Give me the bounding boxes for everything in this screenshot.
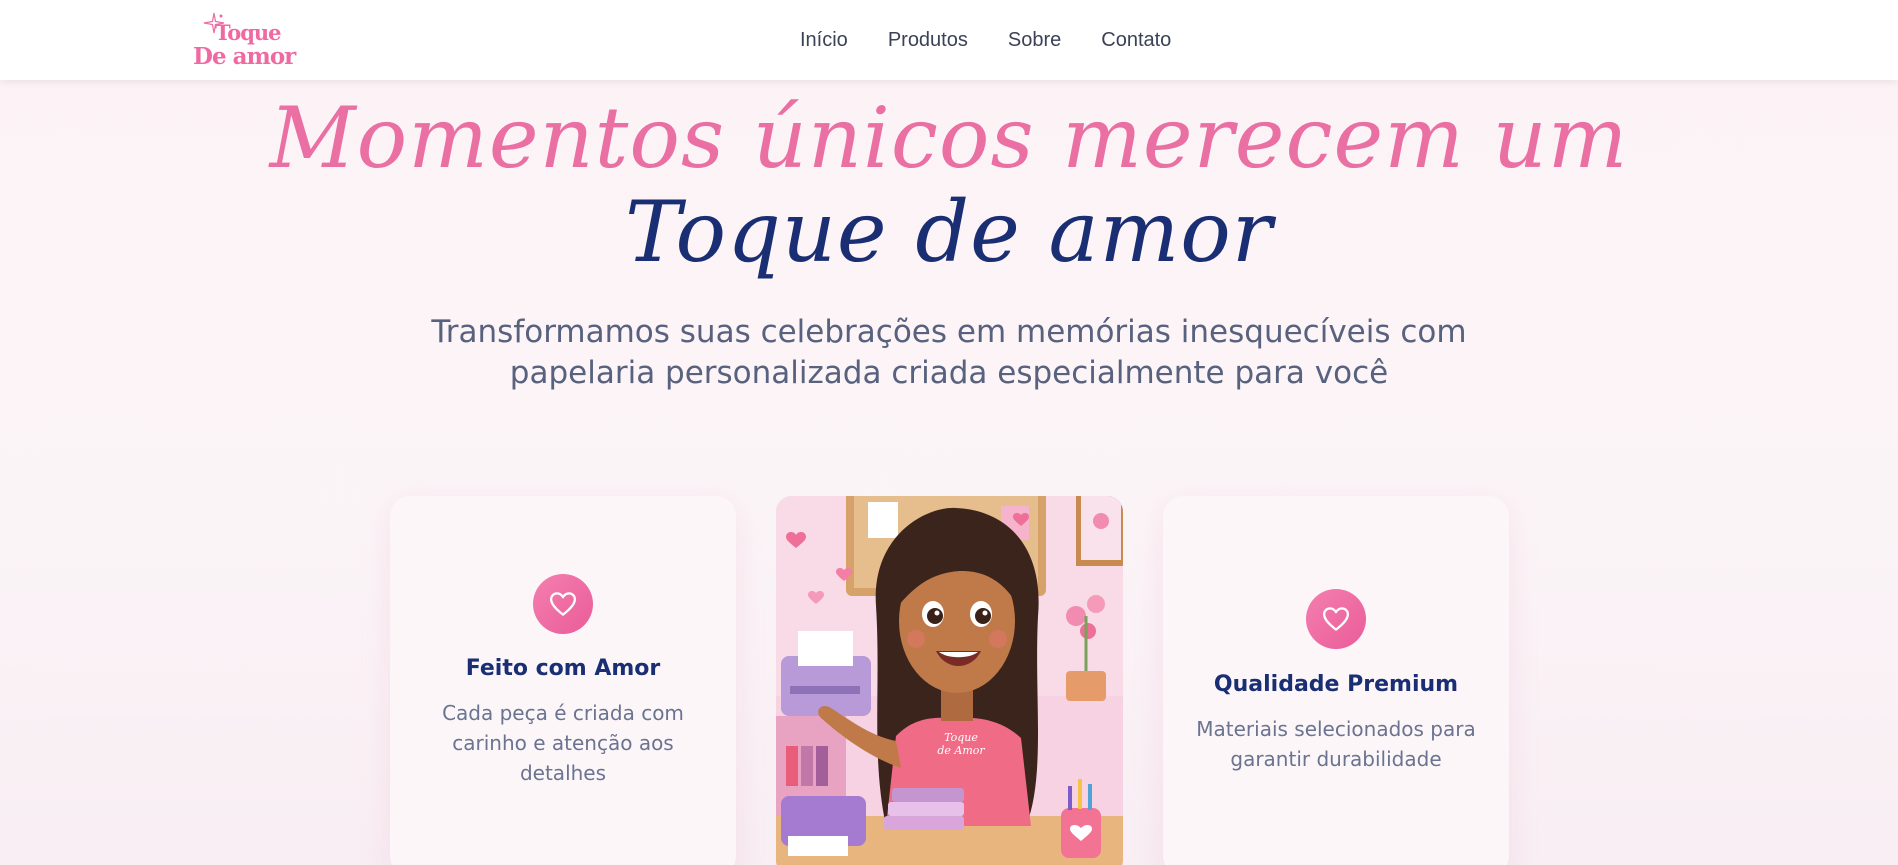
- nav-item-sobre[interactable]: Sobre: [1008, 29, 1061, 52]
- nav-item-contato[interactable]: Contato: [1101, 29, 1171, 52]
- brand-logo[interactable]: Toque De amor: [193, 10, 296, 72]
- logo-text-line2: De amor: [193, 43, 296, 70]
- logo-text-line1: Toque: [215, 20, 282, 45]
- feature-card-qualidade-premium: Qualidade Premium Materiais selecionados…: [1163, 496, 1509, 865]
- hero-title-line2: Toque de amor: [624, 183, 1273, 281]
- hero-subtitle-line1: Transformamos suas celebrações em memóri…: [431, 314, 1467, 350]
- card-title: Feito com Amor: [465, 656, 661, 681]
- nav-item-produtos[interactable]: Produtos: [888, 29, 968, 52]
- heart-icon: [533, 574, 593, 634]
- card-description: Materiais selecionados para garantir dur…: [1196, 717, 1476, 771]
- hero-title-line1: Momentos únicos merecem um: [269, 89, 1629, 187]
- artisan-illustration-svg: Toque de Amor: [776, 496, 1123, 865]
- main-nav: Início Produtos Sobre Contato: [800, 0, 1211, 80]
- shirt-logo-text-line2: de Amor: [937, 744, 985, 757]
- nav-item-inicio[interactable]: Início: [800, 29, 848, 52]
- site-header: Toque De amor Início Produtos Sobre Cont…: [0, 0, 1898, 80]
- hero-subtitle-line2: papelaria personalizada criada especialm…: [509, 355, 1389, 391]
- shirt-logo-text-line1: Toque: [944, 731, 978, 744]
- artisan-illustration: Toque de Amor: [776, 496, 1123, 865]
- card-description: Cada peça é criada com carinho e atenção…: [442, 701, 684, 785]
- feature-card-feito-com-amor: Feito com Amor Cada peça é criada com ca…: [390, 496, 736, 865]
- card-title: Qualidade Premium: [1213, 672, 1459, 697]
- heart-icon: [1306, 589, 1366, 649]
- hero-subtitle: Transformamos suas celebrações em memóri…: [399, 312, 1499, 394]
